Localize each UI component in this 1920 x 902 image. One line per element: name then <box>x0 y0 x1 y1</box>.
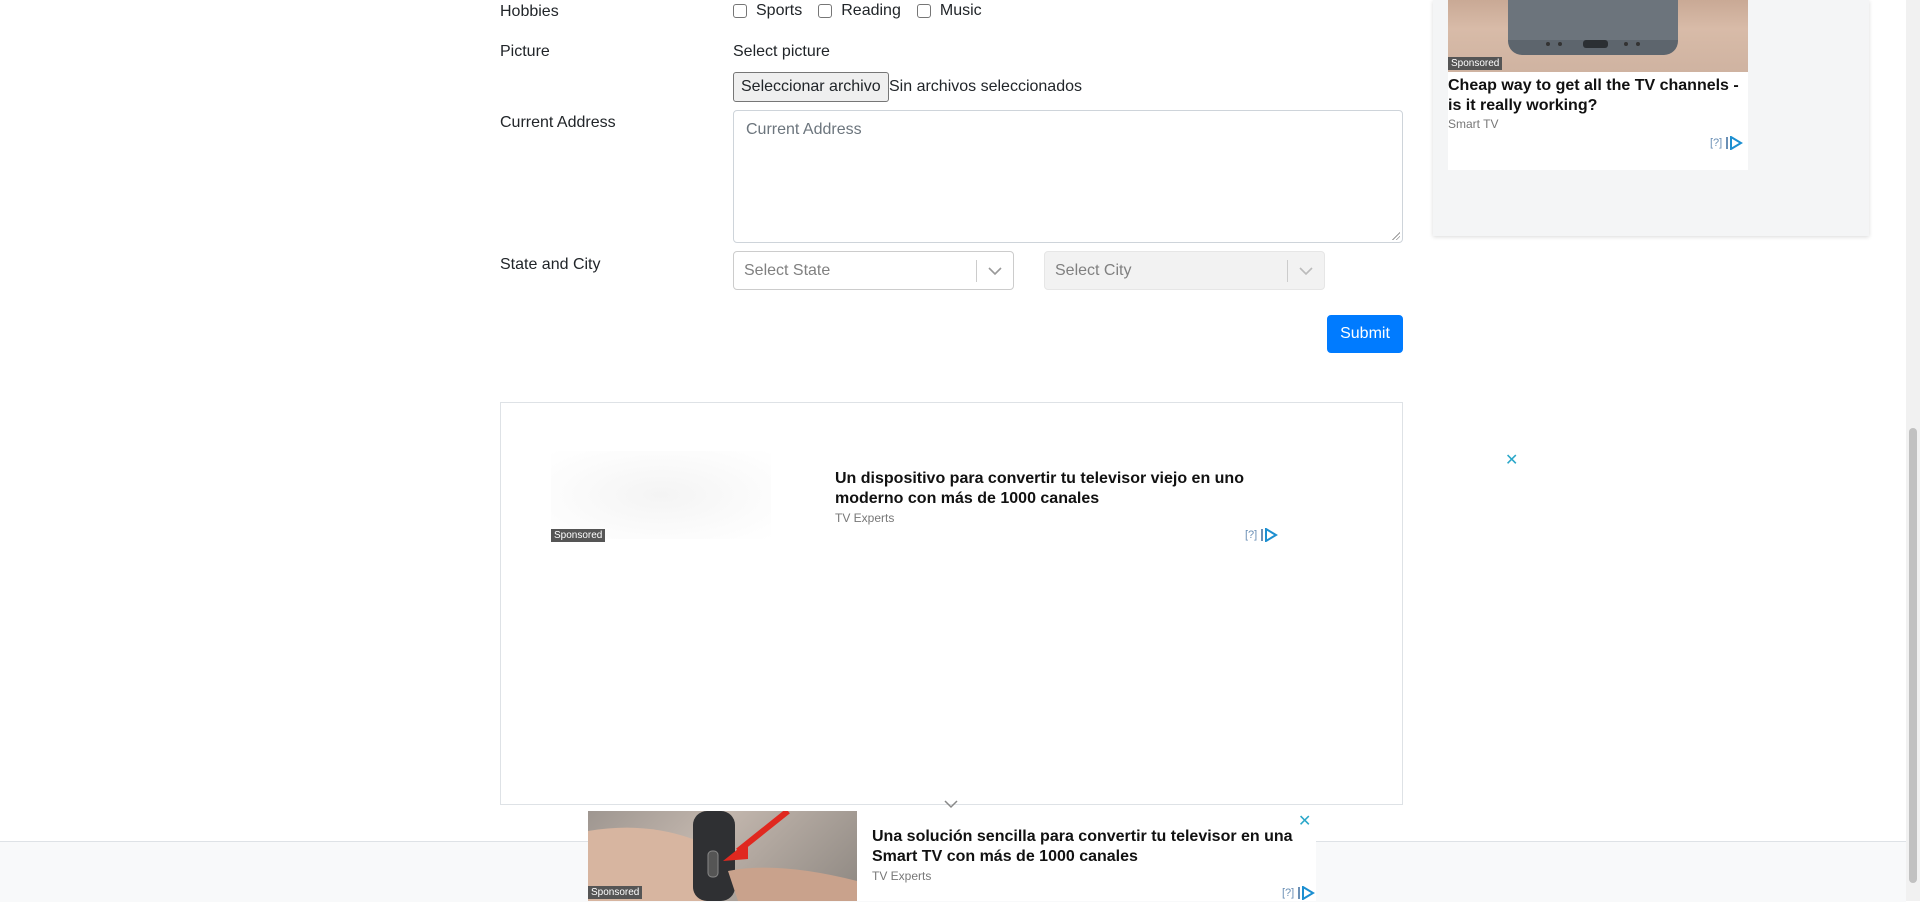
current-address-placeholder: Current Address <box>746 121 862 138</box>
bottom-ad-sponsored-tag: Sponsored <box>588 886 643 899</box>
hobbies-checkbox-group: Sports Reading Music <box>733 2 998 20</box>
bottom-ad-container: Sponsored Una solución sencilla para con… <box>588 811 1316 901</box>
middle-ad-choices[interactable]: [?] <box>1245 528 1279 542</box>
bottom-ad-image[interactable]: Sponsored <box>588 811 857 901</box>
middle-ad-image[interactable] <box>551 451 771 539</box>
side-ad-choices-label: [?] <box>1710 137 1723 149</box>
adchoices-icon <box>1261 528 1279 542</box>
file-upload-button[interactable]: Seleccionar archivo <box>733 72 889 102</box>
file-status-text: Sin archivos seleccionados <box>889 78 1082 95</box>
music-label[interactable]: Music <box>940 2 982 20</box>
bottom-ad-source[interactable]: TV Experts <box>872 869 931 883</box>
adchoices-icon <box>1298 886 1316 900</box>
city-select-placeholder: Select City <box>1055 261 1132 279</box>
bottom-ad-choices-label: [?] <box>1282 887 1295 899</box>
middle-ad-close-icon[interactable]: ✕ <box>1505 450 1518 470</box>
resize-grip-icon[interactable] <box>1392 232 1400 240</box>
current-address-label: Current Address <box>500 114 616 131</box>
reading-checkbox[interactable] <box>818 4 833 18</box>
side-ad-container: Sponsored Cheap way to get all the TV ch… <box>1433 0 1869 236</box>
sports-label[interactable]: Sports <box>756 2 802 20</box>
side-ad-sponsored-tag: Sponsored <box>1448 57 1503 70</box>
side-ad-choices[interactable]: [?] <box>1710 136 1744 150</box>
middle-ad-container: Sponsored Un dispositivo para convertir … <box>500 402 1403 805</box>
city-select[interactable]: Select City <box>1044 251 1325 290</box>
chevron-down-icon[interactable] <box>977 266 1013 276</box>
picture-hint: Select picture <box>733 43 830 60</box>
state-select[interactable]: Select State <box>733 251 1014 290</box>
side-ad-image[interactable]: Sponsored <box>1448 0 1748 72</box>
hobby-reading[interactable]: Reading <box>818 2 901 20</box>
page-scrollbar[interactable] <box>1906 0 1920 901</box>
state-city-label: State and City <box>500 256 601 273</box>
bottom-ad-choices[interactable]: [?] <box>1282 886 1316 900</box>
reading-label[interactable]: Reading <box>841 2 901 20</box>
sports-checkbox[interactable] <box>733 4 747 18</box>
hobby-sports[interactable]: Sports <box>733 2 802 20</box>
submit-button[interactable]: Submit <box>1327 315 1403 353</box>
side-ad-card[interactable]: Sponsored Cheap way to get all the TV ch… <box>1448 0 1748 170</box>
middle-ad-title[interactable]: Un dispositivo para convertir tu televis… <box>835 469 1265 509</box>
adchoices-icon <box>1726 136 1744 150</box>
hobby-music[interactable]: Music <box>916 2 982 20</box>
picture-label: Picture <box>500 43 550 60</box>
scrollbar-thumb[interactable] <box>1909 428 1917 883</box>
middle-ad-sponsored-tag: Sponsored <box>551 529 606 542</box>
hobbies-label: Hobbies <box>500 3 559 20</box>
middle-ad-source[interactable]: TV Experts <box>835 511 894 525</box>
bottom-ad-title[interactable]: Una solución sencilla para convertir tu … <box>872 827 1302 867</box>
bottom-ad-close-icon[interactable]: ✕ <box>1298 811 1311 831</box>
chevron-down-icon[interactable] <box>1288 266 1324 276</box>
side-ad-source[interactable]: Smart TV <box>1448 117 1498 131</box>
state-select-placeholder: Select State <box>744 261 831 279</box>
middle-ad-choices-label: [?] <box>1245 529 1258 541</box>
side-ad-title[interactable]: Cheap way to get all the TV channels - i… <box>1448 76 1748 116</box>
music-checkbox[interactable] <box>916 4 931 18</box>
current-address-textarea[interactable]: Current Address <box>733 110 1403 243</box>
